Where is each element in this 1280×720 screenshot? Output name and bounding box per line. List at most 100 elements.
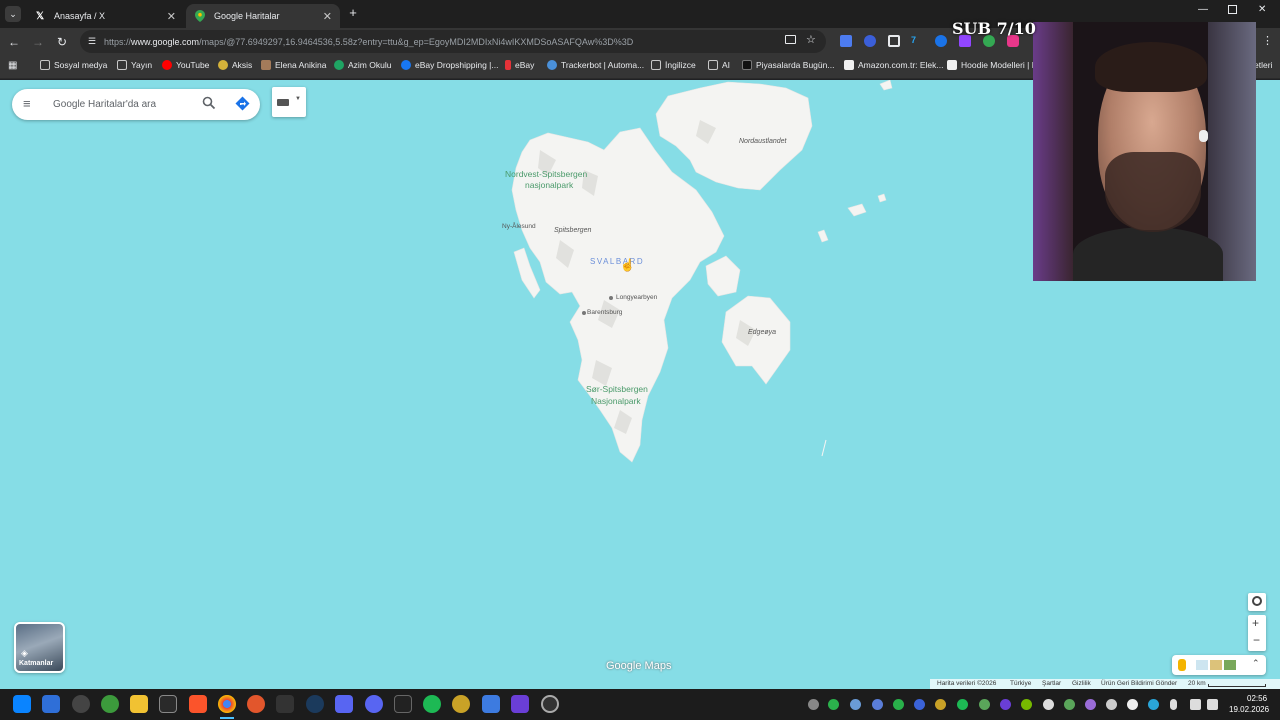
app-icon-3[interactable] [335,695,353,713]
brave-icon[interactable] [189,695,207,713]
bookmark-aksis[interactable]: Aksis [218,60,252,70]
extension-7tv-icon[interactable]: 7 [911,35,923,47]
bookmark-folder-ai[interactable]: AI [708,60,730,70]
browser-menu-icon[interactable]: ⋮ [1262,34,1273,47]
spotify-icon[interactable] [423,695,441,713]
close-tab-icon[interactable]: ✕ [323,10,332,23]
tab-x[interactable]: 𝕏 Anasayfa / X ✕ [26,4,184,28]
minimize-button[interactable]: — [1198,4,1208,15]
maximize-button[interactable] [1228,5,1237,14]
tray-icon-7[interactable] [979,699,990,710]
chrome-icon[interactable] [218,695,236,713]
my-location-button[interactable] [1248,593,1266,611]
tray-icon-11[interactable] [1085,699,1096,710]
store-icon[interactable] [159,695,177,713]
bookmark-youtube[interactable]: YouTube [162,60,209,70]
bookmark-ebay[interactable]: eBay [505,60,534,70]
map-thumbnail-strip[interactable]: ⌃ [1172,655,1266,675]
bookmark-overflow[interactable]: etleri [1254,60,1272,70]
microphone-icon[interactable] [1170,699,1177,710]
windows-start-icon[interactable] [13,695,31,713]
hamburger-menu-icon[interactable]: ≡ [23,97,31,110]
terminal-icon[interactable] [394,695,412,713]
bookmark-folder-sosyal-medya[interactable]: Sosyal medya [40,60,107,70]
directions-icon[interactable] [235,96,251,112]
close-window-button[interactable]: ✕ [1258,4,1266,15]
tray-icon-6[interactable] [935,699,946,710]
layers-button[interactable]: ◈ Katmanlar [14,622,65,673]
discord-icon[interactable] [365,695,383,713]
bookmark-folder-yayin[interactable]: Yayın [117,60,152,70]
bookmark-star-icon[interactable]: ☆ [806,33,816,46]
app-icon-1[interactable] [72,695,90,713]
app-icon-4[interactable] [452,695,470,713]
install-app-icon[interactable] [785,35,796,44]
globe-thumbnail[interactable] [1196,660,1208,670]
input-tools-button[interactable]: ▼ [272,87,306,117]
tab-search-button[interactable]: ⌄ [5,6,21,22]
reload-button[interactable]: ↻ [54,34,70,50]
tray-icon-9[interactable] [1043,699,1054,710]
bookmark-azim-okulu[interactable]: Azim Okulu [334,60,391,70]
forward-button[interactable]: → [30,34,46,50]
terms-link[interactable]: Şartlar [1042,680,1061,687]
tray-icon-10[interactable] [1064,699,1075,710]
extension-translate-icon[interactable] [840,35,852,47]
back-button[interactable]: ← [6,34,22,50]
maps-search-box[interactable]: ≡ Google Haritalar'da ara [12,89,260,120]
tray-icon-8[interactable] [1000,699,1011,710]
bookmark-hoodie-modelleri[interactable]: Hoodie Modelleri | L... [947,60,1044,70]
zoom-in-button[interactable]: + [1252,616,1259,630]
clock-time[interactable]: 02:56 [1247,694,1267,703]
tray-nvidia-icon[interactable] [1021,699,1032,710]
tray-icon-1[interactable] [808,699,819,710]
bookmark-folder-ingilizce[interactable]: İngilizce [651,60,696,70]
pegman-icon[interactable] [1178,659,1186,671]
apps-grid-icon[interactable]: ▦ [8,61,19,72]
new-tab-button[interactable]: + [346,6,360,20]
xbox-icon[interactable] [101,695,119,713]
steam-icon[interactable] [306,695,324,713]
tray-spotify-icon[interactable] [957,699,968,710]
extension-screenshot-icon[interactable] [888,35,900,47]
close-tab-icon[interactable]: ✕ [167,10,176,23]
network-icon[interactable] [1190,699,1201,710]
search-icon[interactable] [202,96,218,112]
file-explorer-icon[interactable] [130,695,148,713]
tray-icon-5[interactable] [914,699,925,710]
app-icon-7[interactable] [541,695,559,713]
tray-icon-2[interactable] [828,699,839,710]
tray-icon-3[interactable] [872,699,883,710]
app-icon-6[interactable] [511,695,529,713]
zoom-out-button[interactable]: − [1253,633,1260,647]
country-link[interactable]: Türkiye [1010,680,1031,687]
tab-google-maps[interactable]: Google Haritalar ✕ [186,4,340,28]
extension-audio-icon[interactable] [864,35,876,47]
feedback-link[interactable]: Ürün Geri Bildirimi Gönder [1101,680,1177,687]
clock-date[interactable]: 19.02.2026 [1229,705,1269,714]
tray-icon-12[interactable] [1106,699,1117,710]
bookmark-amazon[interactable]: Amazon.com.tr: Elek... [844,60,944,70]
app-icon-2[interactable] [247,695,265,713]
terrain-thumbnail[interactable] [1210,660,1222,670]
bookmark-piyasalarda-bugun[interactable]: Piyasalarda Bugün... [742,60,834,70]
bookmark-elena-anikina[interactable]: Elena Anikina [261,60,327,70]
search-input[interactable]: Google Haritalar'da ara [53,99,156,110]
site-info-icon[interactable]: ☰ [88,36,96,47]
satellite-thumbnail[interactable] [1224,660,1236,670]
tray-icon-14[interactable] [1148,699,1159,710]
expand-up-icon[interactable]: ⌃ [1252,658,1260,669]
extension-sync-icon[interactable] [935,35,947,47]
privacy-link[interactable]: Gizlilik [1072,680,1091,687]
bookmark-ebay-dropshipping[interactable]: eBay Dropshipping |... [401,60,498,70]
app-icon-5[interactable] [482,695,500,713]
bookmark-trackerbot[interactable]: Trackerbot | Automa... [547,60,644,70]
epic-games-icon[interactable] [276,695,294,713]
volume-icon[interactable] [1207,699,1218,710]
tray-steam-icon[interactable] [850,699,861,710]
tray-icon-13[interactable] [1127,699,1138,710]
address-bar[interactable]: ☰ https://www.google.com/maps/@77.694929… [80,30,826,53]
tray-icon-4[interactable] [893,699,904,710]
task-view-icon[interactable] [42,695,60,713]
scale-label[interactable]: 20 km [1188,680,1206,687]
